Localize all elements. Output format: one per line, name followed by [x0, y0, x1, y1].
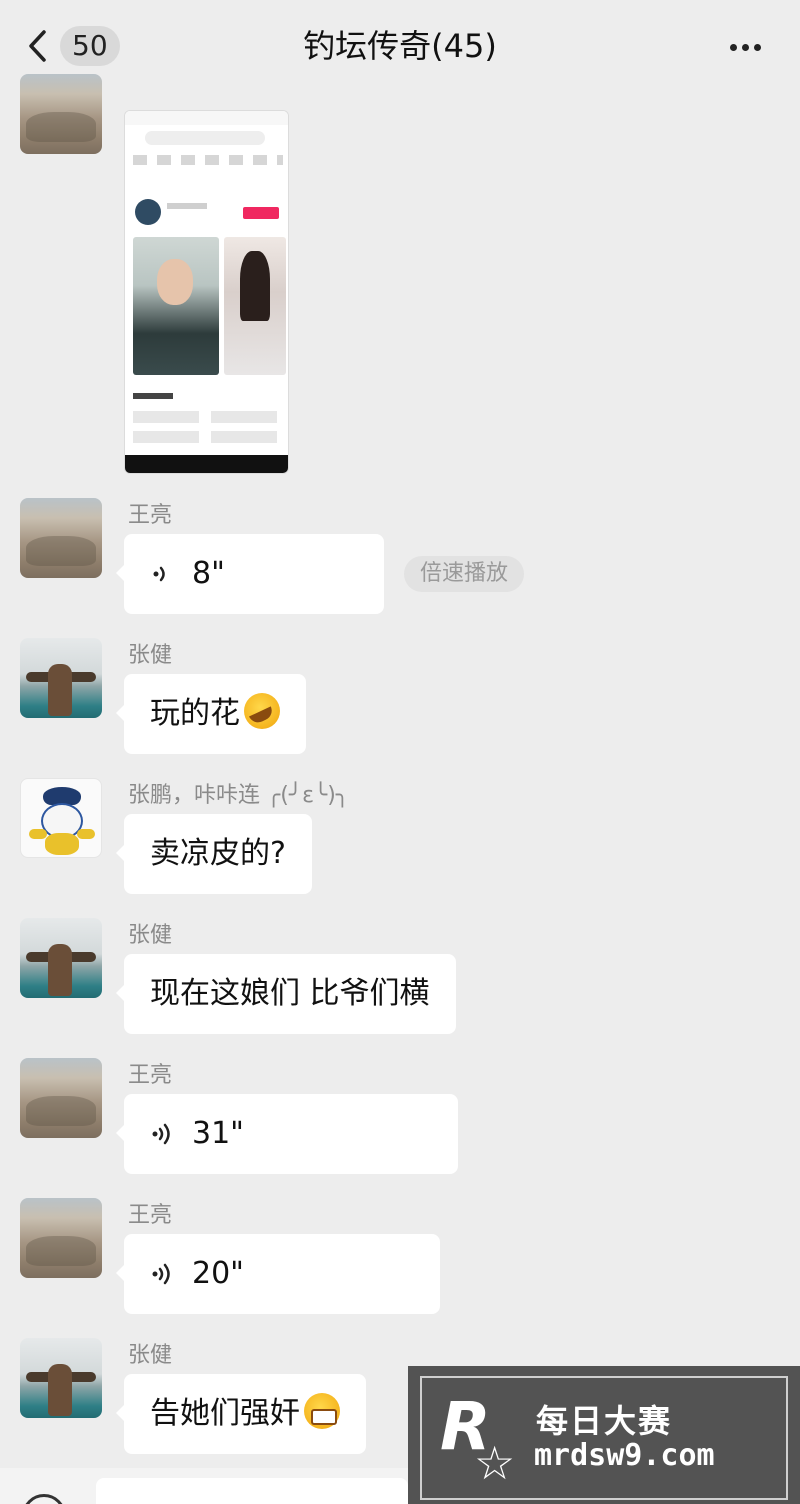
chat-input-bar	[0, 1468, 408, 1504]
laugh-emoji-icon	[244, 693, 280, 729]
text-message-bubble[interactable]: 告她们强奸	[116, 1374, 366, 1454]
text-message-bubble[interactable]: 现在这娘们 比爷们横	[116, 954, 456, 1034]
watermark: R ☆ 每日大赛 mrdsw9.com	[408, 1366, 800, 1504]
voice-input-toggle[interactable]	[22, 1494, 66, 1504]
sender-name: 张健	[128, 923, 173, 948]
voice-duration: 20"	[192, 1256, 244, 1291]
grin-emoji-icon	[304, 1393, 340, 1429]
voice-wave-icon	[152, 1123, 170, 1145]
voice-wave-icon	[153, 566, 165, 582]
voice-duration: 8"	[192, 556, 225, 591]
avatar[interactable]	[20, 74, 102, 154]
watermark-title: 每日大赛	[536, 1402, 673, 1440]
message-text: 现在这娘们 比爷们横	[150, 976, 430, 1011]
voice-duration: 31"	[192, 1116, 244, 1151]
avatar[interactable]	[20, 918, 102, 998]
avatar[interactable]	[20, 1338, 102, 1418]
sender-name: 王亮	[128, 1203, 173, 1228]
voice-message-bubble[interactable]: 8"	[116, 534, 384, 614]
avatar[interactable]	[20, 1198, 102, 1278]
text-message-bubble[interactable]: 玩的花	[116, 674, 306, 754]
avatar[interactable]	[20, 778, 102, 858]
star-icon: ☆	[474, 1436, 516, 1490]
voice-message-bubble[interactable]: 20"	[116, 1234, 440, 1314]
message-text: 玩的花	[150, 696, 240, 731]
voice-message-bubble[interactable]: 31"	[116, 1094, 458, 1174]
watermark-url: mrdsw9.com	[534, 1438, 715, 1473]
shared-screenshot-image[interactable]	[124, 110, 289, 474]
sender-name-partial	[128, 86, 176, 100]
sender-name: 王亮	[128, 1063, 173, 1088]
sender-name: 张鹏，咔咔连 ╭(╯ε╰)╮	[128, 783, 350, 808]
text-message-bubble[interactable]: 卖凉皮的?	[116, 814, 312, 894]
sender-name: 王亮	[128, 503, 173, 528]
message-input[interactable]	[96, 1478, 408, 1504]
more-icon[interactable]	[730, 36, 770, 56]
playback-speed-button[interactable]: 倍速播放	[404, 556, 525, 592]
chat-header: 50 钓坛传奇(45)	[0, 0, 800, 92]
sender-name: 张健	[128, 1343, 173, 1368]
message-text: 告她们强奸	[150, 1396, 300, 1431]
chat-title: 钓坛传奇(45)	[303, 27, 497, 65]
sender-name: 张健	[128, 643, 173, 668]
voice-wave-icon	[152, 1263, 170, 1285]
avatar[interactable]	[20, 638, 102, 718]
message-text: 卖凉皮的?	[150, 836, 286, 871]
avatar[interactable]	[20, 1058, 102, 1138]
avatar[interactable]	[20, 498, 102, 578]
